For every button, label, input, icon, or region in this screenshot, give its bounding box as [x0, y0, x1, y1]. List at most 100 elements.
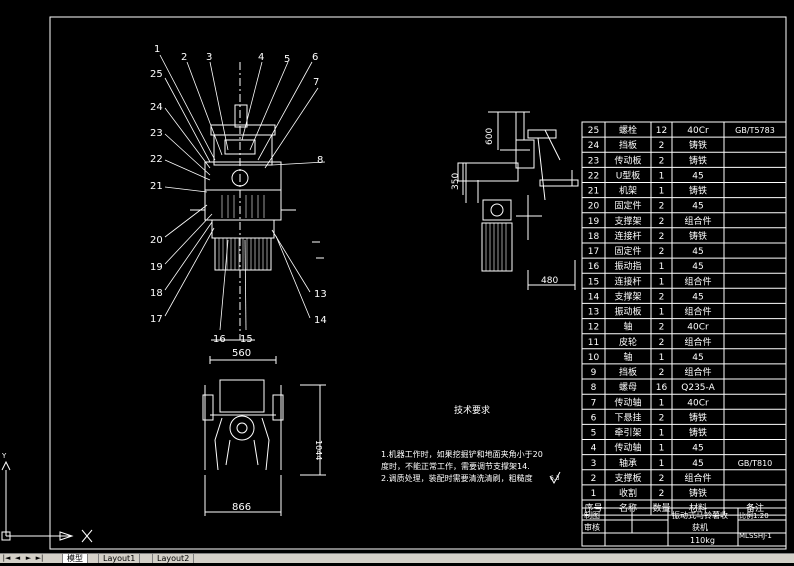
callout: 1 [154, 44, 160, 55]
table-cell: 铸铁 [689, 230, 707, 242]
table-cell: 2 [659, 323, 665, 333]
table-cell: 2 [659, 489, 665, 499]
table-cell: 22 [588, 172, 599, 182]
table-cell: GB/T5783 [735, 126, 775, 135]
callout: 14 [314, 315, 327, 326]
drawing-title: 获机 [692, 522, 708, 532]
table-cell: 15 [588, 277, 599, 287]
drawing-canvas[interactable]: 1 2 3 4 5 6 7 8 13 14 15 16 17 18 19 20 … [0, 0, 794, 562]
table-cell: 铸铁 [689, 185, 707, 197]
top-dimensions: 560 866 1044 [232, 348, 323, 513]
callout: 18 [150, 288, 163, 299]
table-cell: 组合件 [684, 275, 711, 287]
table-cell: 7 [591, 398, 597, 408]
dimension-label: 1044 [314, 440, 323, 460]
table-cell: 18 [588, 232, 600, 242]
technical-notes: 技术要求 1.机器工作时，如果挖掘铲和地面夹角小于20 度时，不能正常工作，需要… [381, 404, 560, 483]
svg-text:Y: Y [1, 452, 7, 460]
table-cell: 轴 [623, 351, 632, 363]
notes-line: 度时，不能正常工作，需要调节支撑架14. [381, 461, 530, 471]
drawing-svg: 1 2 3 4 5 6 7 8 13 14 15 16 17 18 19 20 … [1, 16, 787, 550]
dimension-label: 600 [485, 128, 495, 145]
table-cell: 牵引架 [614, 428, 641, 439]
table-cell: 12 [656, 126, 667, 136]
table-cell: 23 [588, 156, 599, 166]
table-cell: 6 [591, 413, 597, 423]
table-cell: 组合件 [684, 472, 711, 484]
table-cell: 轴承 [619, 457, 637, 469]
table-cell: 45 [692, 172, 703, 182]
table-cell: 2 [659, 202, 665, 212]
table-cell: 1 [659, 444, 665, 454]
notes-title: 技术要求 [454, 404, 490, 416]
table-cell: 挡板 [619, 366, 637, 378]
table-cell: 16 [588, 262, 600, 272]
front-view [159, 54, 326, 341]
table-cell: 45 [692, 202, 703, 212]
table-cell: 螺母 [619, 382, 637, 393]
table-cell: 铸铁 [689, 487, 707, 499]
table-cell: 16 [656, 383, 668, 393]
table-cell: 2 [659, 217, 665, 227]
table-cell: 1 [659, 262, 665, 272]
table-cell: 1 [659, 308, 665, 318]
table-cell: 1 [659, 187, 665, 197]
table-cell: 1 [659, 398, 665, 408]
top-view [202, 356, 326, 516]
table-cell: GB/T810 [738, 459, 773, 468]
table-cell: 铸铁 [689, 139, 707, 151]
ucs-axis-labels: Y [1, 452, 7, 460]
ucs-icon [1, 460, 93, 543]
table-cell: 连接杆 [614, 275, 641, 287]
table-cell: 45 [692, 247, 703, 257]
callout: 24 [150, 102, 163, 113]
table-cell: 2 [591, 474, 597, 484]
table-cell: 40Cr [687, 323, 709, 333]
table-cell: 45 [692, 444, 703, 454]
table-cell: U型板 [616, 170, 641, 182]
dimension-label: 866 [232, 502, 251, 513]
table-cell: 1 [659, 172, 665, 182]
callout: 15 [240, 334, 253, 345]
table-cell: 2 [659, 141, 665, 151]
callout: 23 [150, 128, 163, 139]
table-cell: 2 [659, 474, 665, 484]
callout: 20 [150, 235, 163, 246]
table-cell: 8 [591, 383, 597, 393]
table-cell: 铸铁 [689, 427, 707, 439]
table-cell: 支撑板 [614, 472, 641, 484]
table-cell: 25 [588, 126, 599, 136]
callout: 21 [150, 181, 163, 192]
callout-labels: 1 2 3 4 5 6 7 8 13 14 15 16 17 18 19 20 … [150, 44, 327, 345]
table-cell: 20 [588, 202, 600, 212]
notes-line: 2.调质处理，装配时需要清洗清刷，粗糙度 [381, 473, 533, 483]
table-cell: 组合件 [684, 366, 711, 378]
table-cell: 2 [659, 292, 665, 302]
dimension-label: 350 [451, 173, 461, 190]
callout: 19 [150, 262, 163, 273]
dimension-label: 560 [232, 348, 251, 359]
callout: 5 [284, 54, 290, 65]
table-cell: 支撑架 [614, 215, 641, 227]
callout: 6 [312, 52, 318, 63]
table-cell: 12 [588, 323, 599, 333]
table-cell: 螺栓 [619, 124, 637, 136]
table-cell: 5 [591, 429, 597, 439]
table-cell: 组合件 [684, 306, 711, 318]
table-cell: 下悬挂 [614, 411, 641, 423]
table-cell: 挡板 [619, 139, 637, 151]
review-label: 审核 [584, 522, 600, 532]
table-cell: 9 [591, 368, 597, 378]
table-cell: 1 [591, 489, 597, 499]
side-dimensions: 600 350 480 [451, 128, 558, 286]
table-cell: 40Cr [687, 398, 709, 408]
table-cell: Q235-A [681, 383, 715, 393]
table-cell: 支撑架 [614, 290, 641, 302]
callout: 25 [150, 69, 163, 80]
table-cell: 传动轴 [614, 396, 641, 408]
table-cell: 10 [588, 353, 600, 363]
table-cell: 皮轮 [619, 336, 637, 348]
table-cell: 24 [588, 141, 600, 151]
scale-label: 比例1:20 [739, 511, 769, 520]
callout: 22 [150, 154, 163, 165]
